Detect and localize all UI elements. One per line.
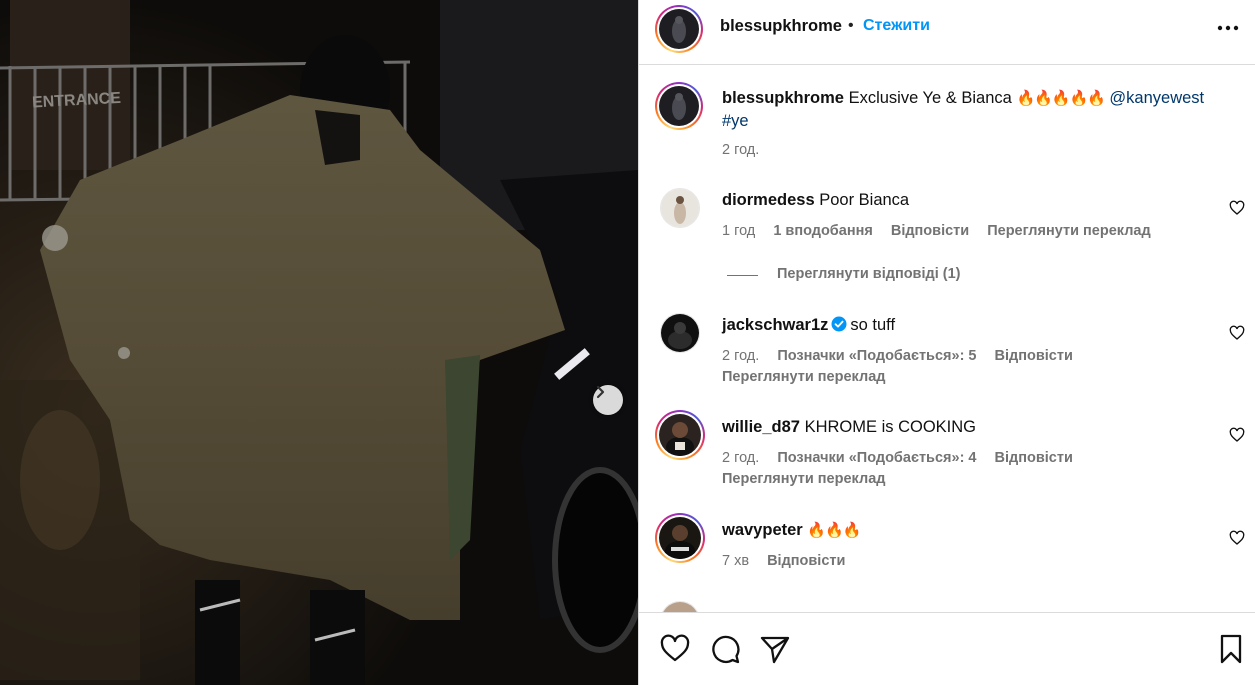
comment-icon[interactable] bbox=[709, 633, 741, 665]
comment-body: Poor Bianca bbox=[819, 191, 910, 209]
comment-meta: 1 год 1 вподобання Відповісти Переглянут… bbox=[722, 223, 1165, 239]
reply-button[interactable]: Відповісти bbox=[767, 553, 845, 569]
replies-divider bbox=[727, 275, 758, 276]
follow-button[interactable]: Стежити bbox=[863, 17, 930, 35]
heart-icon[interactable] bbox=[1229, 325, 1245, 341]
reply-button[interactable]: Відповісти bbox=[995, 450, 1073, 466]
avatar-image bbox=[672, 93, 686, 120]
comment-likes[interactable]: Позначки «Подобається»: 5 bbox=[777, 348, 976, 364]
caption-emojis: 🔥🔥🔥🔥🔥 bbox=[1016, 90, 1105, 107]
caption-text: blessupkhrome Exclusive Ye & Bianca 🔥🔥🔥🔥… bbox=[722, 87, 1222, 133]
comment-meta-translate: Переглянути переклад bbox=[722, 471, 899, 487]
comment-avatar[interactable] bbox=[660, 601, 700, 612]
comment-time[interactable]: 1 год bbox=[722, 223, 755, 239]
comment-avatar[interactable] bbox=[655, 513, 705, 563]
post-photo: ENTRANCE bbox=[0, 0, 638, 685]
comment-body: KHROME is COOKING bbox=[804, 418, 976, 436]
comment-time[interactable]: 7 хв bbox=[722, 553, 749, 569]
comment-username[interactable]: diormedess bbox=[722, 191, 815, 209]
caption-avatar[interactable] bbox=[655, 82, 703, 130]
post-details-panel: blessupkhrome • Стежити blessupkhrome Ex… bbox=[638, 0, 1255, 685]
author-username[interactable]: blessupkhrome bbox=[720, 17, 842, 36]
translate-button[interactable]: Переглянути переклад bbox=[722, 369, 885, 385]
more-options-icon[interactable] bbox=[1217, 18, 1239, 38]
heart-icon[interactable] bbox=[1229, 200, 1245, 216]
comment-avatar[interactable] bbox=[660, 313, 700, 353]
photo-image: ENTRANCE bbox=[0, 0, 638, 685]
caption-time[interactable]: 2 год. bbox=[722, 142, 759, 158]
comment-avatar[interactable] bbox=[655, 410, 705, 460]
comment-username[interactable]: wavypeter bbox=[722, 521, 803, 539]
comment-text: willie_d87 KHROME is COOKING bbox=[722, 416, 1222, 439]
reply-button[interactable]: Відповісти bbox=[995, 348, 1073, 364]
comment-username[interactable]: jackschwar1z bbox=[722, 316, 828, 334]
reply-button[interactable]: Відповісти bbox=[891, 223, 969, 239]
post-actions-bar bbox=[639, 612, 1255, 685]
comment-body: 🔥🔥🔥 bbox=[807, 522, 861, 539]
author-avatar[interactable] bbox=[655, 5, 703, 53]
caption-username[interactable]: blessupkhrome bbox=[722, 89, 844, 107]
chevron-right-icon bbox=[596, 385, 605, 399]
avatar-image bbox=[665, 525, 695, 559]
carousel-next-button[interactable] bbox=[593, 385, 623, 415]
mention-link[interactable]: @kanyewest bbox=[1109, 89, 1204, 107]
comment-text: diormedess Poor Bianca bbox=[722, 189, 1222, 212]
comment-body: so tuff bbox=[850, 316, 896, 334]
verified-badge-icon bbox=[831, 316, 847, 332]
comment-likes[interactable]: 1 вподобання bbox=[773, 223, 873, 239]
comment-meta: 2 год. Позначки «Подобається»: 5 Відпові… bbox=[722, 348, 1087, 364]
comment-text: jackschwar1z so tuff bbox=[722, 314, 1222, 337]
avatar-image bbox=[674, 196, 686, 224]
avatar-image bbox=[668, 322, 692, 349]
comments-list[interactable]: blessupkhrome Exclusive Ye & Bianca 🔥🔥🔥🔥… bbox=[639, 66, 1255, 612]
heart-icon[interactable] bbox=[659, 633, 691, 665]
comment-username[interactable]: willie_d87 bbox=[722, 418, 800, 436]
translate-button[interactable]: Переглянути переклад bbox=[722, 471, 885, 487]
separator-dot: • bbox=[848, 17, 854, 34]
comment-meta-translate: Переглянути переклад bbox=[722, 369, 899, 385]
translate-button[interactable]: Переглянути переклад bbox=[987, 223, 1150, 239]
comment-meta: 2 год. Позначки «Подобається»: 4 Відпові… bbox=[722, 450, 1087, 466]
comment-time[interactable]: 2 год. bbox=[722, 450, 759, 466]
comment-meta: 7 хв Відповісти bbox=[722, 553, 859, 569]
avatar-image bbox=[672, 16, 686, 43]
avatar-image bbox=[666, 422, 694, 456]
post-header: blessupkhrome • Стежити bbox=[639, 0, 1255, 65]
comment-avatar[interactable] bbox=[660, 188, 700, 228]
view-replies-button[interactable]: Переглянути відповіді (1) bbox=[777, 266, 961, 282]
comment-time[interactable]: 2 год. bbox=[722, 348, 759, 364]
heart-icon[interactable] bbox=[1229, 427, 1245, 443]
caption-meta: 2 год. bbox=[722, 142, 773, 158]
heart-icon[interactable] bbox=[1229, 530, 1245, 546]
comment-likes[interactable]: Позначки «Подобається»: 4 bbox=[777, 450, 976, 466]
hashtag-link[interactable]: #ye bbox=[722, 112, 749, 130]
comment-text: wavypeter 🔥🔥🔥 bbox=[722, 519, 1222, 542]
send-icon[interactable] bbox=[759, 633, 791, 665]
bookmark-icon[interactable] bbox=[1215, 633, 1247, 665]
caption-body: Exclusive Ye & Bianca bbox=[848, 89, 1012, 107]
